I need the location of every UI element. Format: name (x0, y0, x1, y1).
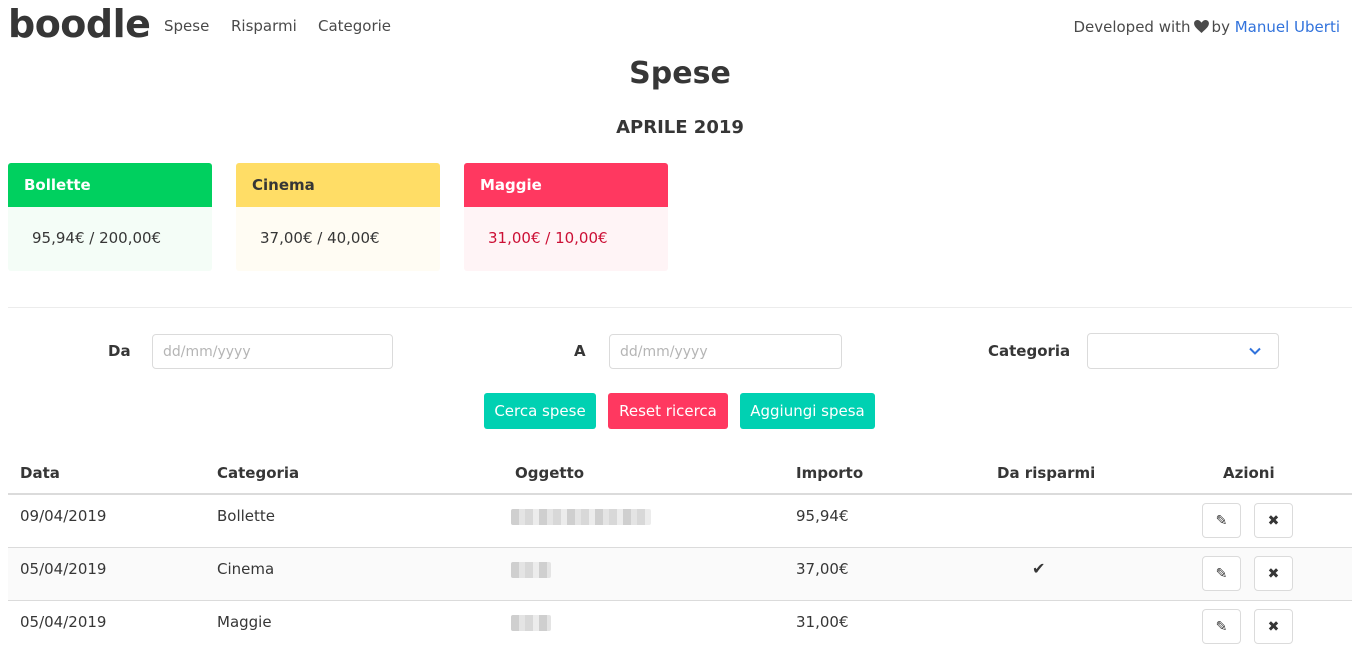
developed-with-text: Developed with (1073, 18, 1191, 36)
chevron-down-icon (1249, 347, 1261, 355)
section-divider (8, 307, 1352, 308)
redacted-item (511, 562, 551, 578)
edit-button[interactable]: ✎ (1202, 609, 1241, 644)
pencil-icon: ✎ (1215, 565, 1228, 581)
column-header-categoria: Categoria (217, 464, 300, 482)
budget-card-title: Maggie (464, 163, 668, 207)
row-date: 05/04/2019 (20, 613, 107, 631)
row-amount: 31,00€ (796, 613, 849, 631)
edit-button[interactable]: ✎ (1202, 556, 1241, 591)
column-header-importo: Importo (796, 464, 864, 482)
from-savings-check-icon: ✔ (1032, 559, 1046, 578)
budget-card-bollette: Bollette 95,94€ / 200,00€ (8, 163, 212, 271)
from-date-label: Da (108, 342, 131, 360)
budget-card-cinema: Cinema 37,00€ / 40,00€ (236, 163, 440, 271)
to-date-input[interactable] (609, 334, 842, 369)
to-date-label: A (574, 342, 586, 360)
column-header-azioni: Azioni (1223, 464, 1275, 482)
month-heading: APRILE 2019 (616, 117, 744, 138)
search-expenses-button[interactable]: Cerca spese (484, 393, 596, 429)
row-date: 05/04/2019 (20, 560, 107, 578)
budget-card-amount: 95,94€ / 200,00€ (8, 207, 212, 271)
column-header-da-risparmi: Da risparmi (997, 464, 1096, 482)
column-header-oggetto: Oggetto (515, 464, 585, 482)
author-link[interactable]: Manuel Uberti (1235, 18, 1340, 36)
category-filter-label: Categoria (988, 342, 1071, 360)
budget-card-amount: 37,00€ / 40,00€ (236, 207, 440, 271)
row-category: Maggie (217, 613, 272, 631)
close-icon: ✖ (1267, 512, 1280, 528)
row-date: 09/04/2019 (20, 507, 107, 525)
developed-with-credit: Developed with by Manuel Uberti (1073, 17, 1340, 36)
edit-button[interactable]: ✎ (1202, 503, 1241, 538)
from-date-input[interactable] (152, 334, 393, 369)
table-row: 05/04/2019 Cinema 37,00€ ✔ ✎ ✖ (8, 548, 1352, 601)
nav-item-risparmi[interactable]: Risparmi (231, 17, 297, 35)
heart-icon (1193, 17, 1209, 36)
redacted-item (511, 509, 651, 525)
pencil-icon: ✎ (1215, 618, 1228, 634)
table-row: 05/04/2019 Maggie 31,00€ ✎ ✖ (8, 601, 1352, 649)
row-category: Cinema (217, 560, 275, 578)
budget-card-amount: 31,00€ / 10,00€ (464, 207, 668, 271)
budget-card-maggie: Maggie 31,00€ / 10,00€ (464, 163, 668, 271)
close-icon: ✖ (1267, 618, 1280, 634)
nav-item-categorie[interactable]: Categorie (318, 17, 391, 35)
row-category: Bollette (217, 507, 276, 525)
reset-search-button[interactable]: Reset ricerca (608, 393, 728, 429)
delete-button[interactable]: ✖ (1254, 503, 1293, 538)
row-amount: 37,00€ (796, 560, 849, 578)
budget-card-title: Cinema (236, 163, 440, 207)
add-expense-button[interactable]: Aggiungi spesa (740, 393, 875, 429)
delete-button[interactable]: ✖ (1254, 609, 1293, 644)
page-title: Spese (629, 56, 731, 91)
pencil-icon: ✎ (1215, 512, 1228, 528)
row-amount: 95,94€ (796, 507, 849, 525)
column-header-data: Data (20, 464, 60, 482)
budget-card-title: Bollette (8, 163, 212, 207)
close-icon: ✖ (1267, 565, 1280, 581)
redacted-item (511, 615, 551, 631)
by-text: by (1211, 18, 1230, 36)
table-row: 09/04/2019 Bollette 95,94€ ✎ ✖ (8, 495, 1352, 548)
nav-item-spese[interactable]: Spese (164, 17, 209, 35)
delete-button[interactable]: ✖ (1254, 556, 1293, 591)
brand-logo[interactable]: boodle (8, 2, 151, 46)
category-select[interactable] (1087, 333, 1279, 369)
navbar: boodle Spese Risparmi Categorie Develope… (0, 0, 1360, 54)
